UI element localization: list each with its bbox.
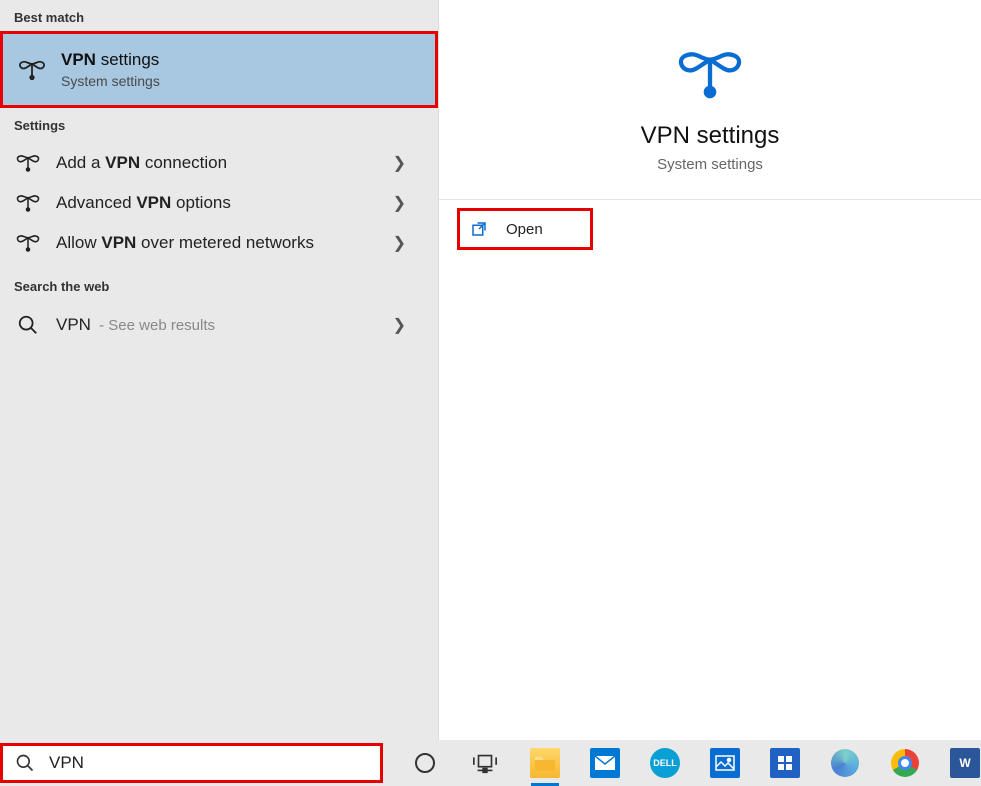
results-panel: Best match VPN settings System settings — [0, 0, 438, 740]
settings-item-label: Advanced VPN options — [56, 193, 379, 213]
photos-icon[interactable] — [709, 747, 741, 779]
open-button[interactable]: Open — [457, 208, 593, 250]
task-view-icon[interactable] — [469, 747, 501, 779]
settings-label: Settings — [0, 108, 438, 139]
search-results-window: Best match VPN settings System settings — [0, 0, 981, 740]
best-match-label: Best match — [0, 0, 438, 31]
chevron-right-icon: ❯ — [393, 193, 424, 213]
edge-icon[interactable] — [829, 747, 861, 779]
best-match-vpn-settings[interactable]: VPN settings System settings — [0, 31, 438, 108]
search-icon — [14, 314, 42, 336]
best-match-title-bold: VPN — [61, 50, 96, 69]
vpn-icon — [14, 233, 42, 253]
search-web-label: Search the web — [0, 269, 438, 300]
settings-item-label: Add a VPN connection — [56, 153, 379, 173]
search-icon — [15, 753, 35, 773]
settings-item-advanced-vpn-options[interactable]: Advanced VPN options ❯ — [0, 183, 438, 223]
taskbar-icons: DELL W — [383, 747, 981, 779]
search-input[interactable] — [49, 753, 368, 773]
file-explorer-icon[interactable] — [529, 747, 561, 779]
chevron-right-icon: ❯ — [393, 233, 424, 253]
settings-item-label: Allow VPN over metered networks — [56, 233, 379, 253]
web-result-vpn[interactable]: VPN - See web results ❯ — [0, 304, 438, 346]
taskbar: DELL W — [0, 740, 981, 786]
open-icon — [470, 220, 488, 238]
chevron-right-icon: ❯ — [393, 153, 424, 173]
settings-item-add-vpn-connection[interactable]: Add a VPN connection ❯ — [0, 143, 438, 183]
best-match-text: VPN settings System settings — [61, 49, 160, 91]
detail-header: VPN settings System settings — [439, 0, 981, 200]
word-icon[interactable]: W — [949, 747, 981, 779]
mail-icon[interactable] — [589, 747, 621, 779]
vpn-icon — [14, 193, 42, 213]
settings-list: Add a VPN connection ❯ Advanced VPN opti… — [0, 139, 438, 269]
web-result-label: VPN - See web results — [56, 315, 379, 335]
best-match-subtitle: System settings — [61, 72, 160, 91]
open-label: Open — [506, 221, 543, 238]
taskbar-search[interactable] — [0, 743, 383, 783]
vpn-icon — [14, 153, 42, 173]
detail-title: VPN settings — [449, 122, 971, 150]
best-match-title-rest: settings — [96, 50, 159, 69]
detail-subtitle: System settings — [449, 156, 971, 173]
vpn-icon — [674, 44, 746, 104]
cortana-icon[interactable] — [409, 747, 441, 779]
settings-item-allow-vpn-metered[interactable]: Allow VPN over metered networks ❯ — [0, 223, 438, 263]
detail-panel: VPN settings System settings Open — [438, 0, 981, 740]
vpn-icon — [17, 58, 47, 82]
web-results-list: VPN - See web results ❯ — [0, 300, 438, 352]
chrome-icon[interactable] — [889, 747, 921, 779]
portal-icon[interactable] — [769, 747, 801, 779]
chevron-right-icon: ❯ — [393, 315, 424, 335]
dell-icon[interactable]: DELL — [649, 747, 681, 779]
